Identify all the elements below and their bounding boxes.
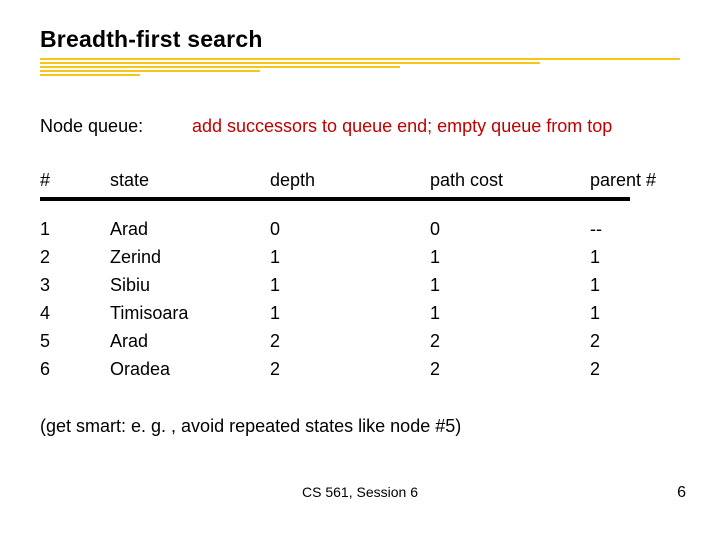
page-number: 6 — [677, 484, 686, 502]
cell-state: Arad — [110, 215, 270, 243]
table-row: 2 Zerind 1 1 1 — [40, 243, 680, 271]
cell-state: Zerind — [110, 243, 270, 271]
table-header-row: # state depth path cost parent # — [40, 170, 680, 197]
cell-number: 2 — [40, 243, 110, 271]
table-row: 5 Arad 2 2 2 — [40, 327, 680, 355]
cell-pathcost: 2 — [430, 327, 590, 355]
cell-depth: 0 — [270, 215, 430, 243]
table-rule — [40, 197, 630, 201]
cell-parent: 1 — [590, 271, 680, 299]
footer-text: CS 561, Session 6 — [0, 484, 720, 500]
cell-parent: 1 — [590, 299, 680, 327]
queue-table: # state depth path cost parent # 1 Arad … — [40, 170, 680, 383]
table-row: 4 Timisoara 1 1 1 — [40, 299, 680, 327]
col-header-number: # — [40, 170, 110, 191]
col-header-parent: parent # — [590, 170, 680, 191]
title-underline — [40, 58, 680, 76]
cell-state: Timisoara — [110, 299, 270, 327]
cell-parent: 1 — [590, 243, 680, 271]
cell-number: 1 — [40, 215, 110, 243]
cell-number: 5 — [40, 327, 110, 355]
cell-state: Arad — [110, 327, 270, 355]
cell-depth: 2 — [270, 355, 430, 383]
col-header-state: state — [110, 170, 270, 191]
cell-pathcost: 0 — [430, 215, 590, 243]
col-header-pathcost: path cost — [430, 170, 590, 191]
table-body: 1 Arad 0 0 -- 2 Zerind 1 1 1 3 Sibiu 1 1… — [40, 215, 680, 383]
cell-depth: 1 — [270, 243, 430, 271]
cell-depth: 1 — [270, 299, 430, 327]
table-row: 6 Oradea 2 2 2 — [40, 355, 680, 383]
cell-pathcost: 1 — [430, 299, 590, 327]
slide-title: Breadth-first search — [40, 26, 263, 53]
cell-pathcost: 1 — [430, 271, 590, 299]
cell-pathcost: 2 — [430, 355, 590, 383]
subtitle-row: Node queue: add successors to queue end;… — [40, 116, 700, 137]
cell-number: 4 — [40, 299, 110, 327]
col-header-depth: depth — [270, 170, 430, 191]
table-row: 1 Arad 0 0 -- — [40, 215, 680, 243]
cell-depth: 2 — [270, 327, 430, 355]
cell-parent: 2 — [590, 327, 680, 355]
node-queue-label: Node queue: — [40, 116, 143, 136]
cell-state: Oradea — [110, 355, 270, 383]
cell-number: 3 — [40, 271, 110, 299]
table-row: 3 Sibiu 1 1 1 — [40, 271, 680, 299]
cell-parent: -- — [590, 215, 680, 243]
cell-state: Sibiu — [110, 271, 270, 299]
queue-note: add successors to queue end; empty queue… — [192, 116, 612, 137]
cell-parent: 2 — [590, 355, 680, 383]
cell-number: 6 — [40, 355, 110, 383]
cell-depth: 1 — [270, 271, 430, 299]
slide: Breadth-first search Node queue: add suc… — [0, 0, 720, 540]
hint-text: (get smart: e. g. , avoid repeated state… — [40, 416, 461, 437]
cell-pathcost: 1 — [430, 243, 590, 271]
